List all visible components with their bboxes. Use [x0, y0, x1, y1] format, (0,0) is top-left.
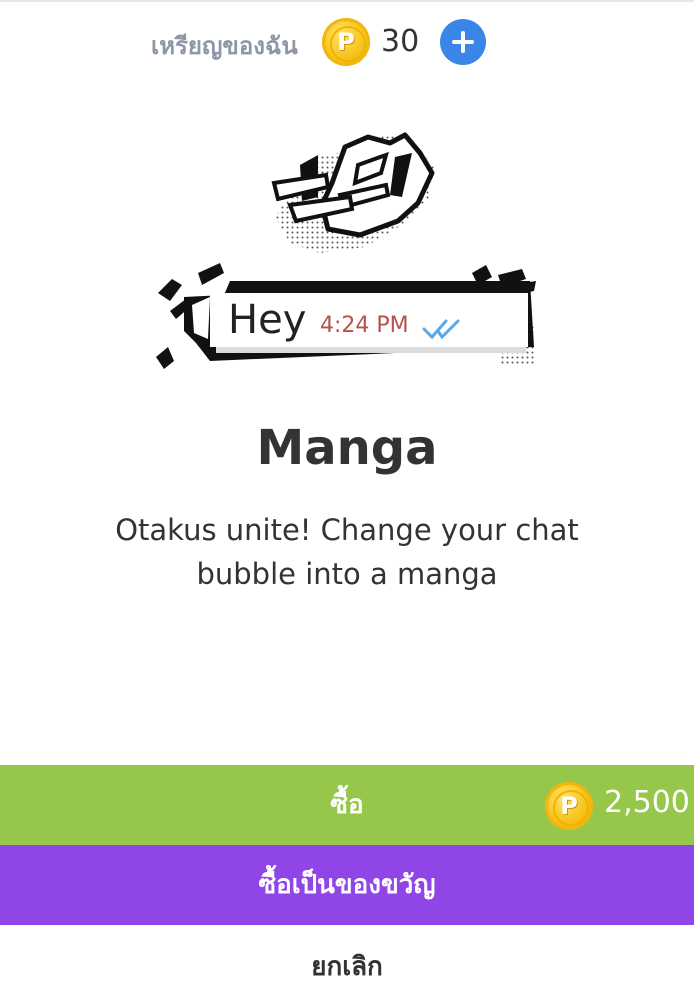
price-coin-icon: P	[545, 782, 593, 830]
cancel-label: ยกเลิก	[311, 952, 383, 982]
price-amount: 2,500	[604, 785, 690, 820]
wallet-label: เหรียญของฉัน	[151, 32, 298, 60]
item-description: Otakus unite! Change your chat bubble in…	[115, 513, 579, 591]
cancel-button[interactable]: ยกเลิก	[0, 925, 694, 996]
manga-bubble-preview: Hey 4:24 PM	[150, 125, 540, 375]
burst-graphic	[271, 132, 435, 253]
wallet-bar: เหรียญของฉัน P 30	[0, 0, 694, 84]
add-coins-button[interactable]	[440, 19, 486, 65]
coin-icon: P	[322, 18, 370, 66]
preview-message: Hey	[228, 297, 307, 343]
buy-as-gift-button[interactable]: ซื้อเป็นของขวัญ	[0, 845, 694, 925]
item-title: Manga	[256, 420, 438, 476]
preview-time: 4:24 PM	[320, 313, 409, 338]
double-check-icon	[422, 319, 460, 340]
coin-balance: 30	[381, 24, 420, 59]
price-coin-symbol: P	[560, 792, 578, 820]
gift-label: ซื้อเป็นของขวัญ	[258, 870, 436, 900]
coin-symbol: P	[337, 28, 355, 56]
buy-button[interactable]: ซื้อ P 2,500	[0, 765, 694, 845]
